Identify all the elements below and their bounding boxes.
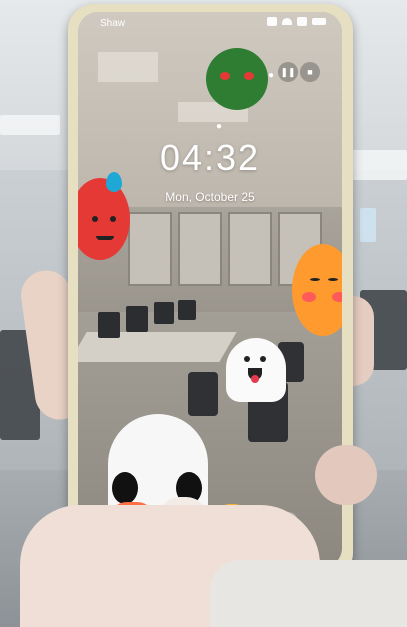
signal-icon [297,17,307,26]
carrier-label: Shaw [100,18,126,29]
wallpaper-monitor [178,300,196,320]
ghost-emoji-sticker [226,338,286,402]
wifi-icon [282,18,292,25]
battery-icon [312,18,326,25]
background-window [360,208,376,242]
user-icon[interactable]: ● [268,70,278,81]
wallpaper-monitor [154,302,174,324]
ceiling-light [0,115,60,135]
wallpaper-monitor [98,312,120,338]
mute-icon [267,17,277,26]
pause-icon[interactable]: ❚❚ [278,62,298,82]
media-controls: ❚❚ ■ [278,62,320,82]
status-icons [267,17,326,26]
lock-icon: ● [216,121,223,132]
stop-icon[interactable]: ■ [300,62,320,82]
wall-window [178,212,222,286]
wallpaper-chair [188,372,218,416]
wall-window [128,212,172,286]
sleeve [210,560,407,627]
right-thumb [315,445,377,505]
sweat-drop-icon [106,172,122,192]
green-monster-emoji-sticker [206,48,268,110]
status-bar: Shaw [78,12,342,34]
wall-window [228,212,272,286]
wallpaper-monitor [126,306,148,332]
ceiling-tile [98,52,158,82]
phone-screen: Shaw ● ❚❚ ■ ● 04:32 Mon, October 25 [78,12,342,568]
